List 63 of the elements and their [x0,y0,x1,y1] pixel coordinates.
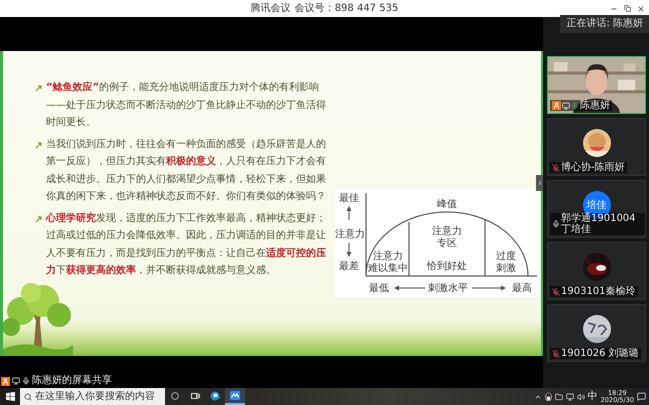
notification-icon[interactable] [637,392,646,401]
participant-tile[interactable]: 培佳 郭学通1901004丁培佳 [547,180,646,238]
speaking-notice: 正在讲话: 陈惠妍 [560,15,649,33]
search-icon [24,392,32,400]
participant-name: 郭学通1901004丁培佳 [561,213,637,235]
penguin-icon[interactable] [544,392,552,401]
paragraph: 当我们说到压力时，往往会有一种负面的感受（趋乐辟苦是人的第一反应），但压力其实有积极的意义，人只有在压力下才会有成长和进步。压力下的人们都渴望少点事情，轻松下来，但如果你真的闲下来，也许精神状态反而不好。你们有类似的体验吗？ [46,138,327,204]
right-arrow [472,286,506,290]
participant-tile[interactable]: 陈惠妍 [547,56,646,114]
participant-name: 1903101秦榆玲 [561,286,636,297]
meeting-id: 会议号：898 447 535 [294,4,398,14]
browser-icon [210,390,220,400]
mic-muted-icon [552,288,560,296]
collapse-handle[interactable] [536,175,543,191]
paragraph: “鲶鱼效应”的例子，能充分地说明适度压力对个体的有利影响——处于压力状态而不断活动的沙丁鱼比静止不动的沙丁鱼活得时间更长。 [46,80,327,130]
down-arrow [346,242,352,257]
circle-icon [171,392,179,400]
app-title: 腾讯会议 [250,4,291,14]
zone-label: 难以集中 [368,263,408,274]
axis-label: 注意力 [335,229,365,240]
screen-share-icon [562,102,570,110]
folder-icon[interactable] [554,392,563,400]
zone-label: 注意力 [373,251,403,262]
volume-icon[interactable] [576,392,585,400]
zone-label: 专区 [437,238,457,249]
input-method-indicator[interactable]: 中 [588,392,598,402]
zone-label: 恰到好处 [427,261,467,272]
arrow-bullet-icon [35,214,43,222]
network-icon[interactable] [566,392,574,400]
screen-share-icon [12,377,20,385]
left-arrow [394,286,426,290]
mic-icon [552,220,560,228]
meeting-app-icon [230,391,240,400]
axis-label: 最低 [369,283,389,294]
axis-label: 最佳 [339,193,359,204]
mic-icon [571,102,579,110]
participant-tile[interactable]: 1903101秦榆玲 [547,242,646,300]
mic-muted-icon [552,164,560,172]
arrow-bullet-icon [35,140,43,148]
participant-name: 陈惠妍 [580,100,610,111]
close-icon[interactable] [637,4,645,12]
participant-name: 1901026 刘璐璐 [561,348,639,359]
restore-icon[interactable] [624,5,631,12]
screen-share-label: 陈惠妍的屏幕共享 [32,376,112,386]
axis-label: 最高 [512,283,532,294]
arrow-bullet-icon [35,84,43,92]
axis-label: 最差 [339,261,359,272]
participant-tile[interactable]: 博心协-陈雨妍 [547,118,646,176]
zone-label: 过度 [496,251,516,262]
task-view-icon [190,392,200,400]
zone-label: 刺激 [496,263,516,274]
participant-name: 博心协-陈雨妍 [561,162,625,173]
zone-label: 注意力 [432,226,462,237]
meeting-app-button[interactable] [225,388,245,405]
paragraph: 心理学研究发现，适度的压力下工作效率最高，精神状态更好；过高或过低的压力会降低效率。因此，压力调适的目的并非是让人不要有压力，而是找到压力的平衡点：让自己在适度可控的压力下获得更高的效率，并不断获得成就感与意义感。 [46,211,327,278]
mic-muted-icon [552,350,560,358]
participant-tile[interactable]: 1901026 刘璐璐 [547,304,646,362]
peak-label: 峰值 [437,199,457,210]
mic-icon [22,377,30,385]
host-icon [1,376,10,386]
up-arrow [346,206,352,220]
windows-logo-icon [6,392,14,401]
axis-label: 刺激水平 [428,283,468,294]
